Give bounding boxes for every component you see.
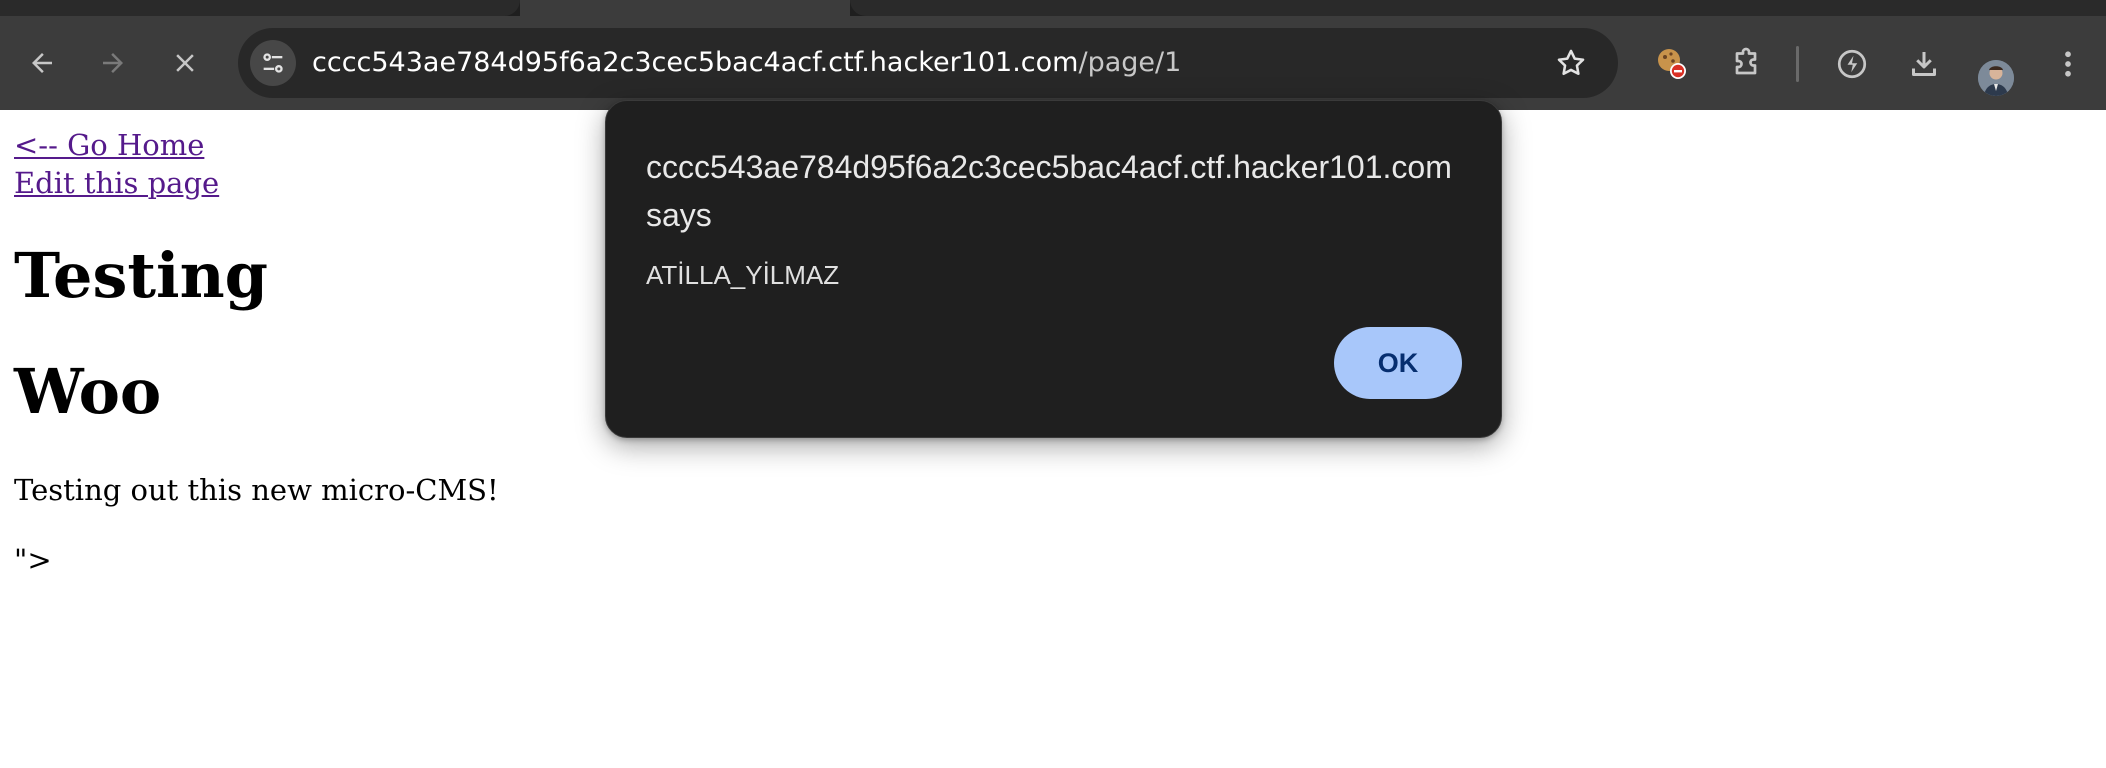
ok-button[interactable]: OK — [1334, 327, 1462, 399]
url-text[interactable]: cccc543ae784d95f6a2c3cec5bac4acf.ctf.hac… — [312, 28, 1181, 98]
address-bar[interactable]: cccc543ae784d95f6a2c3cec5bac4acf.ctf.hac… — [238, 28, 1618, 98]
page-body-text: Testing out this new micro-CMS! — [14, 473, 499, 507]
puzzle-icon[interactable] — [1726, 44, 1766, 84]
tab-background[interactable] — [850, 0, 2106, 16]
leaf-icon[interactable] — [1832, 44, 1872, 84]
kebab-menu-icon[interactable] — [2048, 44, 2088, 84]
profile-avatar[interactable] — [1978, 60, 2014, 96]
back-arrow-icon[interactable] — [25, 46, 59, 80]
page-trailing-text: "> — [14, 543, 52, 577]
download-icon[interactable] — [1904, 44, 1944, 84]
url-host: cccc543ae784d95f6a2c3cec5bac4acf.ctf.hac… — [312, 47, 1079, 78]
forward-arrow-icon[interactable] — [96, 46, 130, 80]
alert-title: cccc543ae784d95f6a2c3cec5bac4acf.ctf.hac… — [646, 149, 1452, 233]
cookie-icon[interactable] — [1652, 44, 1692, 84]
active-tab[interactable] — [520, 0, 850, 16]
toolbar-divider — [1796, 46, 1799, 82]
alert-message: ATİLLA_YİLMAZ — [646, 260, 840, 290]
tab-strip — [0, 0, 2106, 16]
tab-background[interactable] — [0, 0, 520, 16]
tune-icon[interactable] — [250, 40, 296, 86]
star-icon[interactable] — [1554, 46, 1588, 80]
browser-toolbar: cccc543ae784d95f6a2c3cec5bac4acf.ctf.hac… — [0, 16, 2106, 110]
close-icon[interactable] — [168, 46, 202, 80]
alert-dialog: cccc543ae784d95f6a2c3cec5bac4acf.ctf.hac… — [605, 100, 1502, 438]
url-path: /page/1 — [1078, 47, 1182, 78]
